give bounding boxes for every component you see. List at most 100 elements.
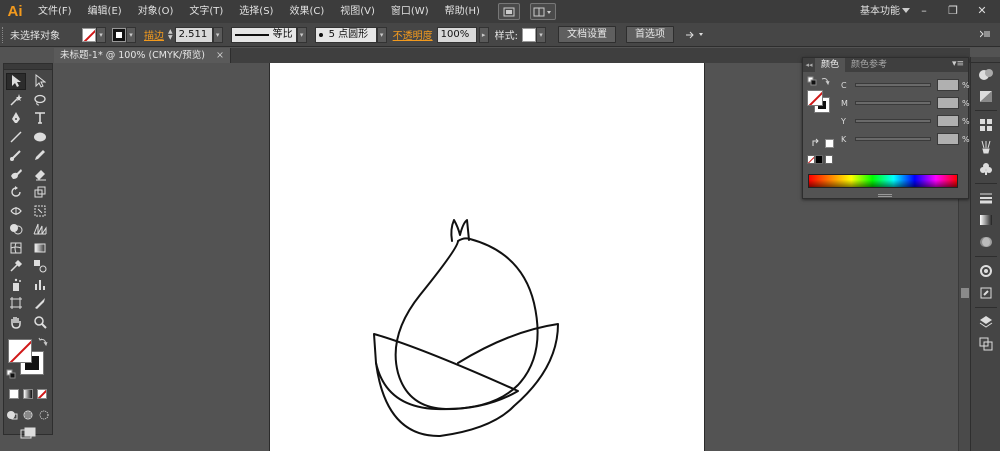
toolbox-grip[interactable] — [4, 64, 52, 70]
graphic-styles-icon[interactable] — [971, 282, 1000, 304]
width-tool-icon[interactable] — [6, 202, 26, 219]
slider-k[interactable] — [855, 137, 931, 141]
none-mode-button[interactable] — [37, 389, 47, 400]
profile-dropdown[interactable]: ▾ — [296, 26, 307, 43]
bridge-icon[interactable] — [497, 3, 520, 20]
document-setup-button[interactable]: 文档设置 — [558, 26, 616, 43]
gradient-panel-icon[interactable] — [971, 209, 1000, 231]
menu-view[interactable]: 视图(V) — [332, 0, 383, 23]
menu-window[interactable]: 窗口(W) — [383, 0, 437, 23]
color-spectrum[interactable] — [808, 174, 958, 188]
color-panel-icon[interactable] — [971, 63, 1000, 85]
minimize-button[interactable]: – — [910, 0, 938, 20]
mesh-tool-icon[interactable] — [6, 239, 26, 256]
shape-builder-tool-icon[interactable] — [6, 221, 26, 238]
slider-y[interactable] — [855, 119, 931, 123]
opacity-input[interactable]: 100% — [436, 26, 477, 43]
fill-dropdown-icon[interactable]: ▾ — [96, 26, 106, 43]
scale-tool-icon[interactable] — [30, 184, 50, 201]
menu-edit[interactable]: 编辑(E) — [80, 0, 130, 23]
collapse-panel-icon[interactable]: ◂◂ — [803, 58, 815, 72]
panel-resize-grip[interactable] — [878, 194, 892, 197]
web-safe-swatch[interactable] — [825, 139, 834, 148]
graphic-style-swatch[interactable] — [522, 27, 536, 42]
stroke-dropdown-icon[interactable]: ▾ — [126, 26, 136, 43]
value-m[interactable] — [937, 97, 959, 109]
layers-panel-icon[interactable] — [971, 311, 1000, 333]
stroke-label[interactable]: 描边 — [144, 27, 164, 42]
restore-button[interactable]: ❐ — [939, 0, 967, 20]
menu-help[interactable]: 帮助(H) — [437, 0, 488, 23]
stroke-weight-dropdown[interactable]: ▾ — [212, 26, 223, 43]
preferences-button[interactable]: 首选项 — [626, 26, 674, 43]
slider-c[interactable] — [855, 83, 931, 87]
channel-row-y[interactable]: Y % — [841, 115, 970, 127]
fill-swatch-none[interactable] — [8, 339, 32, 363]
close-button[interactable]: ✕ — [968, 0, 996, 20]
swap-fill-stroke-icon[interactable] — [38, 337, 48, 350]
panel-menu-icon[interactable] — [979, 29, 990, 42]
panel-swap-icon[interactable] — [820, 76, 830, 89]
blob-brush-tool-icon[interactable] — [6, 165, 26, 182]
channel-row-c[interactable]: C % — [841, 79, 970, 91]
white-swatch[interactable] — [825, 155, 833, 164]
panel-default-colors-icon[interactable] — [807, 76, 817, 89]
stroke-panel-icon[interactable] — [971, 187, 1000, 209]
direct-selection-tool-icon[interactable] — [30, 73, 50, 90]
none-swatch[interactable] — [807, 155, 815, 164]
close-tab-icon[interactable]: × — [216, 50, 224, 61]
scrollbar-thumb[interactable] — [961, 288, 969, 298]
stroke-weight-input[interactable]: 2.511 — [174, 26, 213, 43]
slice-tool-icon[interactable] — [30, 295, 50, 312]
draw-normal-icon[interactable] — [6, 406, 18, 423]
out-of-gamut-icon[interactable] — [811, 138, 821, 151]
eyedropper-tool-icon[interactable] — [6, 258, 26, 275]
tab-color-guide[interactable]: 颜色参考 — [845, 58, 893, 72]
chevron-down-icon[interactable] — [902, 8, 910, 13]
gradient-tool-icon[interactable] — [30, 239, 50, 256]
default-colors-icon[interactable] — [6, 369, 16, 382]
channel-row-k[interactable]: K % — [841, 133, 970, 145]
selection-tool-icon[interactable] — [6, 72, 26, 90]
lasso-tool-icon[interactable] — [30, 91, 50, 108]
fill-stroke-control[interactable] — [4, 335, 52, 381]
appearance-panel-icon[interactable] — [971, 260, 1000, 282]
draw-behind-icon[interactable] — [22, 406, 34, 423]
symbol-sprayer-tool-icon[interactable] — [6, 276, 26, 293]
hand-tool-icon[interactable] — [6, 313, 26, 330]
document-tab[interactable]: 未标题-1* @ 100% (CMYK/预览) × — [54, 48, 231, 63]
stroke-color-swatch[interactable] — [112, 27, 126, 42]
channel-row-m[interactable]: M % — [841, 97, 970, 109]
menu-type[interactable]: 文字(T) — [181, 0, 231, 23]
brush-dropdown[interactable]: ▾ — [376, 26, 387, 43]
panel-fill-none-swatch[interactable] — [807, 90, 823, 106]
opacity-dropdown[interactable]: ▸ — [478, 26, 489, 43]
panel-menu-icon[interactable]: ▾≡ — [952, 59, 964, 69]
stroke-stepper[interactable]: ▲ ▼ — [168, 28, 173, 41]
free-transform-tool-icon[interactable] — [30, 202, 50, 219]
opacity-label[interactable]: 不透明度 — [393, 27, 433, 42]
draw-inside-icon[interactable] — [38, 406, 50, 423]
perspective-grid-tool-icon[interactable] — [30, 221, 50, 238]
value-y[interactable] — [937, 115, 959, 127]
rotate-tool-icon[interactable] — [6, 184, 26, 201]
pencil-tool-icon[interactable] — [30, 147, 50, 164]
pen-tool-icon[interactable] — [6, 110, 26, 127]
style-dropdown[interactable]: ▾ — [536, 26, 546, 43]
menu-effect[interactable]: 效果(C) — [281, 0, 332, 23]
line-segment-tool-icon[interactable] — [6, 128, 26, 145]
brushes-icon[interactable] — [971, 136, 1000, 158]
value-c[interactable] — [937, 79, 959, 91]
transparency-panel-icon[interactable] — [971, 231, 1000, 253]
tab-color[interactable]: 颜色 — [815, 58, 846, 72]
workspace-switcher[interactable]: 基本功能 — [860, 0, 900, 23]
magic-wand-tool-icon[interactable] — [6, 91, 26, 108]
arrange-icon[interactable] — [684, 29, 706, 41]
artboards-panel-icon[interactable] — [971, 333, 1000, 355]
fill-color-swatch[interactable] — [82, 27, 96, 42]
symbols-icon[interactable] — [971, 158, 1000, 180]
value-k[interactable] — [937, 133, 959, 145]
brush-definition[interactable]: 5 点圆形 — [314, 26, 377, 43]
menu-select[interactable]: 选择(S) — [231, 0, 281, 23]
blend-tool-icon[interactable] — [30, 258, 50, 275]
